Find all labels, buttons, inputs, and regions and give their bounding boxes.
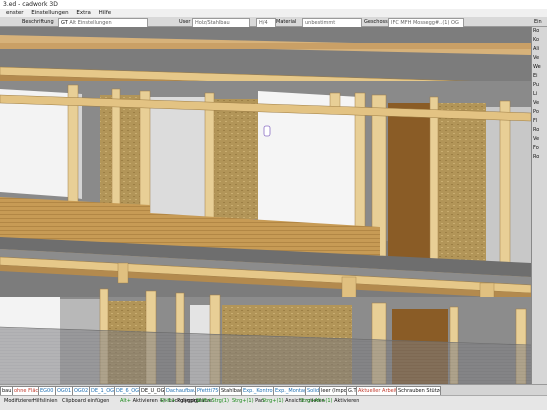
- panel-item[interactable]: Pu: [532, 81, 547, 90]
- layer-tabs: bauohne FlächenEG00OG01OG02DE_1_OG01DE_6…: [0, 384, 547, 396]
- menu-item-extra[interactable]: Extra: [76, 10, 91, 16]
- status-shortcut: Hilfslinien: [33, 398, 58, 405]
- osb-panel-2: [210, 99, 258, 219]
- panel-item[interactable]: Ve: [532, 99, 547, 108]
- shortcut-key: Strg+(1): [262, 398, 286, 404]
- panel-item[interactable]: Ve: [532, 54, 547, 63]
- menu-item-fenster[interactable]: enster: [6, 10, 24, 16]
- status-shortcut: Strg+(1) Pan: [232, 398, 264, 405]
- panel-item[interactable]: Ei: [532, 72, 547, 81]
- panel-item[interactable]: Fo: [532, 144, 547, 153]
- shortcut-key: Strg+Alt+(1): [300, 398, 335, 404]
- panel-item[interactable]: Ro: [532, 27, 547, 36]
- building-3d-model: [0, 27, 531, 384]
- grey-panel: [150, 97, 210, 217]
- panel-item[interactable]: Ro: [532, 153, 547, 162]
- panel-item[interactable]: Fl: [532, 117, 547, 126]
- geschoss-label: Geschoss: [364, 19, 388, 25]
- panel-item[interactable]: Po: [532, 108, 547, 117]
- panel-item[interactable]: Ali: [532, 45, 547, 54]
- status-shortcut: Clipboard einfügen: [62, 398, 109, 405]
- shortcut-label: Modifizieren: [4, 398, 35, 404]
- status-shortcut: Modifizieren: [4, 398, 34, 405]
- toolbar-right-label: Ein: [534, 19, 542, 25]
- window-titlebar: 3.ed - cadwork 3D: [0, 0, 547, 9]
- user-label: User: [179, 19, 191, 25]
- window-title: 3.ed - cadwork 3D: [3, 1, 58, 8]
- right-tool-panel: Ro Ko Ali Ve We Ei Pu Li Ve Po Fl Ro Ve …: [531, 27, 547, 384]
- status-shortcut: Shift+Strg(1): [196, 398, 229, 405]
- socket-marker: [263, 125, 271, 137]
- menu-item-einstellungen[interactable]: Einstellungen: [31, 10, 68, 16]
- property-toolbar: Beschriftung GT Alt Einstellungen User H…: [0, 17, 547, 28]
- door-panel-upper: [388, 103, 434, 277]
- 3d-viewport[interactable]: [0, 27, 531, 384]
- menu-bar: enster Einstellungen Extra Hilfe: [0, 9, 547, 17]
- shortcut-key: Shift+Strg(1): [196, 398, 229, 404]
- shortcut-label: Aktivieren: [334, 398, 360, 404]
- panel-item[interactable]: Ro: [532, 126, 547, 135]
- shortcut-label: Clipboard einfügen: [62, 398, 110, 404]
- shortcut-key: Strg+(1): [232, 398, 256, 404]
- panel-item[interactable]: Ko: [532, 36, 547, 45]
- panel-item[interactable]: Li: [532, 90, 547, 99]
- status-bar: Modifizieren Hilfslinien Clipboard einfüge…: [0, 395, 547, 410]
- beschriftung-label: Beschriftung: [22, 19, 54, 25]
- shortcut-label: Hilfslinien: [33, 398, 58, 404]
- shortcut-key: Shift+: [160, 398, 178, 404]
- panel-item[interactable]: Ve: [532, 135, 547, 144]
- status-shortcut: Strg+Alt+(1) Aktivieren: [300, 398, 359, 405]
- material-label: Material: [276, 19, 297, 25]
- shortcut-key: Alt+: [120, 398, 133, 404]
- menu-item-hilfe[interactable]: Hilfe: [99, 10, 112, 16]
- panel-item[interactable]: We: [532, 63, 547, 72]
